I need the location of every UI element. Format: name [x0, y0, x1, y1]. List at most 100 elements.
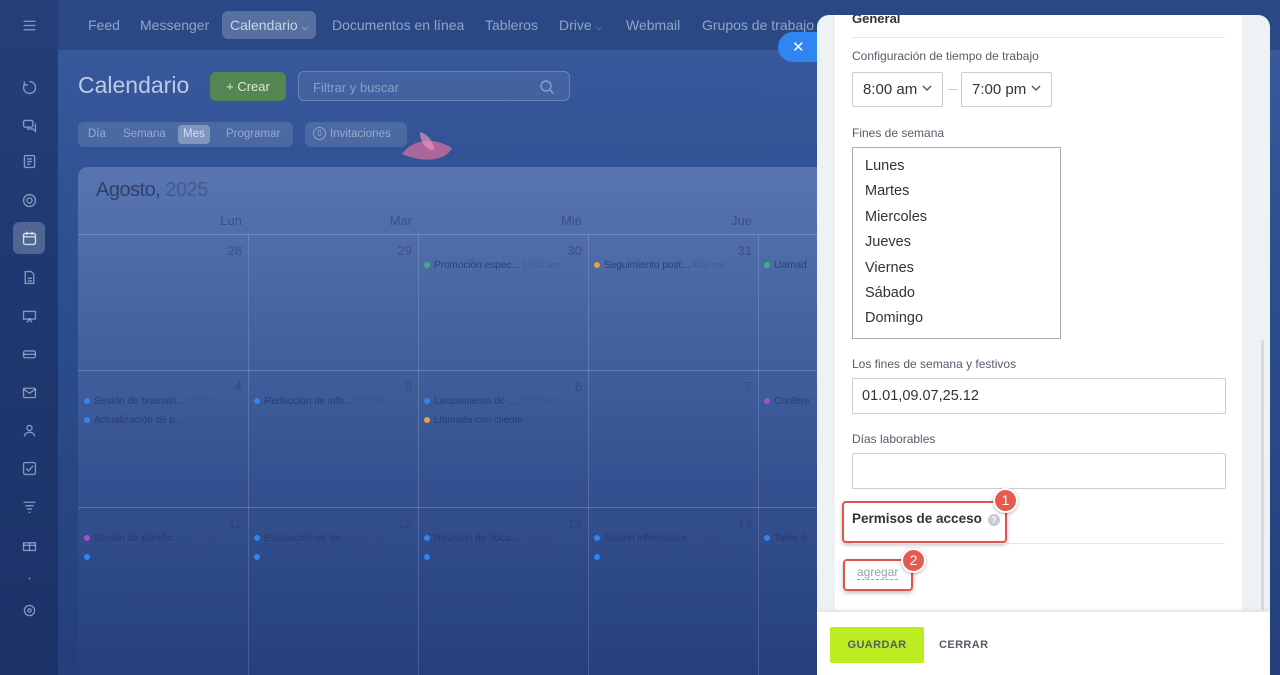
board-icon[interactable] [17, 304, 41, 328]
tab-mes[interactable]: Mes [178, 125, 210, 144]
calendar-event[interactable]: Llamada con cliente 2:00 pm [424, 415, 586, 429]
target-icon[interactable] [17, 188, 41, 212]
calendar-event[interactable]: Capacitación en ll... 11:00 am [594, 552, 756, 566]
nav-feed[interactable]: Feed [80, 11, 128, 39]
calendar-event[interactable]: Sesión de planific... 3:00 pm [84, 533, 246, 547]
day-number[interactable]: 29 [382, 243, 412, 258]
invitations-button[interactable]: 0 Invitaciones [305, 122, 407, 147]
weekend-option-lunes[interactable]: Lunes [853, 154, 1060, 179]
contacts-icon[interactable] [17, 418, 41, 442]
doc-list-icon[interactable] [17, 149, 41, 173]
drive-icon[interactable] [17, 341, 41, 365]
calendar-event[interactable]: Lanzamiento de ... 10:30 am [424, 396, 586, 410]
event-time: 10:00 am [522, 260, 560, 270]
day-number[interactable]: 28 [212, 243, 242, 258]
section-title: General [852, 15, 901, 26]
event-time: 1:30 pm [352, 552, 385, 562]
calendar-event[interactable]: Evaluación de de... 11:00 am [254, 533, 416, 547]
calendar-event[interactable]: Promoción espec... 10:00 am [424, 260, 586, 274]
tab-dia[interactable]: Día [83, 125, 111, 144]
weekend-option-martes[interactable]: Martes [853, 179, 1060, 204]
settings-panel: General Configuración de tiempo de traba… [817, 15, 1270, 675]
weekends-listbox[interactable]: Lunes Martes Miercoles Jueves Viernes Sá… [852, 147, 1061, 339]
chevron-down-icon: ⌵ [301, 22, 309, 32]
event-color-dot [764, 535, 770, 541]
tab-semana[interactable]: Semana [118, 125, 171, 144]
tab-programar[interactable]: Programar [221, 125, 285, 144]
event-time: 11:00 am [351, 533, 389, 543]
save-button[interactable]: GUARDAR [830, 627, 924, 663]
calendar-event[interactable]: Sesión informativa 10:00 am [594, 533, 756, 547]
workdays-input[interactable] [852, 453, 1226, 489]
day-number[interactable]: 14 [722, 516, 752, 531]
weekend-option-viernes[interactable]: Viernes [853, 256, 1060, 281]
weekend-option-jueves[interactable]: Jueves [853, 230, 1060, 255]
event-title: Evaluación de de... [264, 533, 350, 544]
calendar-event[interactable]: Evento de networ... 1:30 pm [254, 552, 416, 566]
event-time: 1:00 pm [525, 552, 559, 562]
work-end-select[interactable]: 7:00 pm [961, 72, 1052, 107]
grid-divider [78, 370, 838, 371]
mail-icon[interactable] [17, 380, 41, 404]
event-title: Redacción de info... [264, 396, 353, 407]
event-title: Actualización de p... [94, 415, 184, 426]
nav-webmail[interactable]: Webmail [618, 11, 688, 39]
event-title: Taller d [774, 533, 807, 544]
close-button[interactable]: CERRAR [939, 627, 988, 663]
day-number[interactable]: 31 [722, 243, 752, 258]
calendar-icon[interactable] [13, 222, 45, 254]
calendar-event[interactable]: Redacción de info... 2:00 pm [254, 396, 416, 410]
nav-documentos[interactable]: Documentos en línea [324, 11, 472, 39]
day-number[interactable]: 7 [722, 379, 752, 394]
workdays-label: Días laborables [852, 432, 936, 446]
scrollbar[interactable] [1261, 340, 1264, 610]
nav-messenger[interactable]: Messenger [132, 11, 217, 39]
close-panel-button[interactable]: ✕ [778, 32, 820, 62]
calendar-event[interactable]: Actualización de p... 3:00 pm [84, 415, 246, 429]
event-title: Lanzamiento de ... [434, 396, 517, 407]
gifts-icon[interactable] [17, 532, 41, 556]
search-field[interactable] [298, 71, 570, 101]
work-start-select[interactable]: 8:00 am [852, 72, 943, 107]
event-time: 1:30 pm [187, 396, 221, 406]
search-icon[interactable] [539, 79, 555, 95]
nav-tableros[interactable]: Tableros [477, 11, 546, 39]
day-number[interactable]: 4 [212, 379, 242, 394]
search-input[interactable] [313, 78, 533, 96]
nav-calendario[interactable]: Calendario ⌵ [222, 11, 317, 39]
holidays-input[interactable] [852, 378, 1226, 414]
weekday-thu: Jue [731, 213, 752, 228]
grid-divider [588, 234, 589, 675]
day-number[interactable]: 12 [382, 516, 412, 531]
event-title: Confere [774, 396, 810, 407]
nav-drive[interactable]: Drive ⌵ [551, 11, 610, 39]
day-number[interactable]: 13 [552, 516, 582, 531]
day-number[interactable]: 11 [212, 516, 243, 531]
close-icon: ✕ [792, 39, 805, 56]
chevron-down-icon [1031, 85, 1041, 92]
sync-icon[interactable] [17, 75, 41, 99]
filter-icon[interactable] [17, 494, 41, 518]
settings-card: General Configuración de tiempo de traba… [835, 15, 1242, 610]
settings-icon[interactable] [17, 598, 41, 622]
chat-icon[interactable] [17, 113, 41, 137]
day-number[interactable]: 5 [382, 379, 412, 394]
calendar-event[interactable]: Seguimiento post... 4:00 pm [594, 260, 756, 274]
month-grid: Agosto, 2025 Lun Mar Mié Jue 28 29 30 31 Pro… [78, 167, 838, 675]
calendar-event[interactable]: Sesión de brainsto... 1:30 pm [84, 396, 246, 410]
tasks-icon[interactable] [17, 456, 41, 480]
month-label: Agosto, 2025 [96, 179, 208, 201]
create-button[interactable]: + Crear [210, 72, 286, 101]
calendar-event[interactable]: Revisión de docu... 11:00 am [424, 533, 586, 547]
weekend-option-domingo[interactable]: Domingo [853, 306, 1060, 331]
weekend-option-sabado[interactable]: Sábado [853, 281, 1060, 306]
left-rail [0, 0, 58, 675]
menu-icon[interactable] [17, 13, 41, 37]
calendar-event[interactable]: Llamada con cliente 1:00 pm [424, 552, 586, 566]
calendar-event[interactable]: Sesión informativa 10:30 pm [84, 552, 246, 566]
day-number[interactable]: 6 [552, 379, 582, 394]
document-icon[interactable] [17, 265, 41, 289]
day-number[interactable]: 30 [552, 243, 582, 258]
weekend-option-miercoles[interactable]: Miercoles [853, 205, 1060, 230]
more-icon[interactable] [17, 566, 41, 590]
